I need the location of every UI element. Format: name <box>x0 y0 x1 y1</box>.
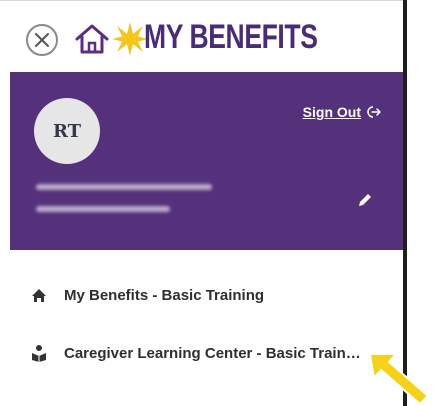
redacted-email <box>36 206 170 212</box>
sign-out-icon <box>367 106 381 118</box>
home-icon <box>75 24 109 54</box>
benefits-panel: MY BENEFITS RT Sign Out My Benefits - Ba… <box>0 0 403 406</box>
avatar: RT <box>34 98 100 164</box>
sign-out-link[interactable]: Sign Out <box>303 104 381 120</box>
caregiver-icon <box>30 344 48 362</box>
pencil-icon[interactable] <box>355 190 375 210</box>
menu-item-my-benefits[interactable]: My Benefits - Basic Training <box>30 280 390 310</box>
home-icon <box>30 286 48 304</box>
header-bar: MY BENEFITS <box>0 0 403 72</box>
menu-item-label: Caregiver Learning Center - Basic Traini… <box>64 344 364 362</box>
profile-card: RT Sign Out <box>10 72 403 250</box>
close-icon <box>35 33 49 47</box>
menu-item-label: My Benefits - Basic Training <box>64 286 265 304</box>
redacted-name <box>36 184 212 190</box>
top-divider <box>0 0 403 1</box>
arrow-pointer-icon <box>369 353 429 405</box>
menu-item-caregiver-learning-center[interactable]: Caregiver Learning Center - Basic Traini… <box>30 338 390 368</box>
close-button[interactable] <box>26 24 58 56</box>
sign-out-label: Sign Out <box>302 104 361 120</box>
app-title: MY BENEFITS <box>144 18 318 56</box>
